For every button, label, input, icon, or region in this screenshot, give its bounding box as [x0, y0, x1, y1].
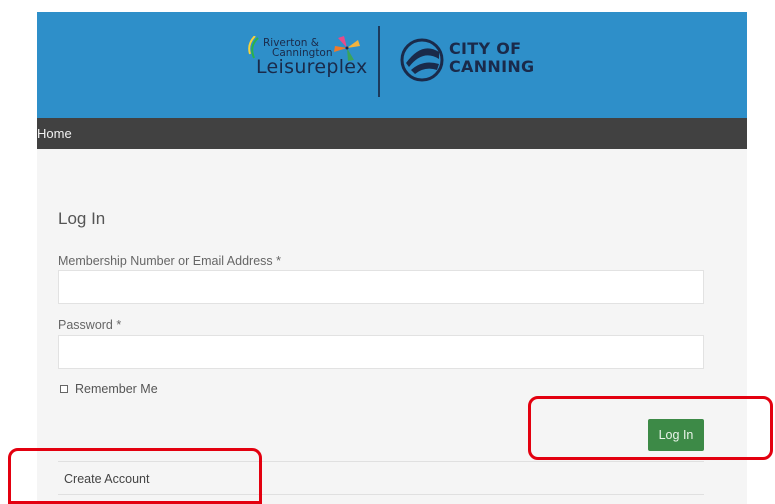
email-label: Membership Number or Email Address *: [58, 254, 281, 268]
nav-home-link[interactable]: Home: [37, 126, 72, 141]
city-logo-line1: CITY OF: [449, 39, 522, 58]
main-nav: Home: [37, 118, 747, 149]
site-header: Riverton & Cannington Leisureplex CITY O…: [37, 12, 747, 118]
city-of-canning-emblem-icon: [400, 38, 444, 82]
annotation-login-highlight: [528, 396, 773, 460]
email-field[interactable]: [58, 270, 704, 304]
checkbox-icon[interactable]: [60, 385, 68, 393]
city-logo-line2: CANNING: [449, 57, 535, 76]
remember-me[interactable]: Remember Me: [58, 382, 158, 396]
logo-text-leisureplex: Leisureplex: [256, 56, 368, 78]
remember-me-label: Remember Me: [75, 382, 158, 396]
annotation-create-account-highlight: [8, 448, 262, 504]
page-title: Log In: [58, 209, 106, 228]
leisureplex-logo[interactable]: Riverton & Cannington Leisureplex: [244, 36, 367, 98]
password-label: Password *: [58, 318, 122, 332]
password-field[interactable]: [58, 335, 704, 369]
logo-divider: [378, 26, 380, 97]
city-of-canning-logo[interactable]: CITY OF CANNING: [399, 37, 534, 83]
city-logo-text: CITY OF CANNING: [449, 40, 534, 76]
